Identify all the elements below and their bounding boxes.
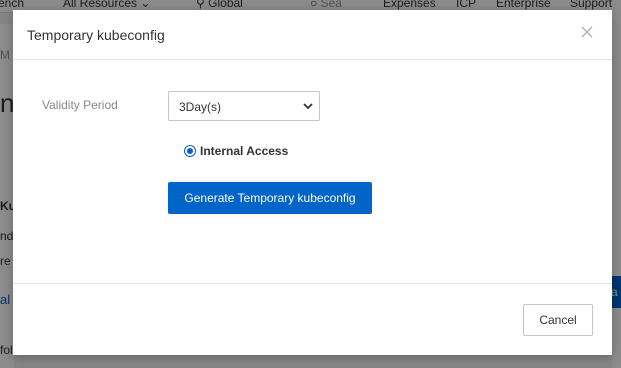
validity-period-select[interactable]: 3Day(s) xyxy=(168,91,320,121)
internal-access-radio[interactable] xyxy=(184,145,196,157)
temporary-kubeconfig-dialog: Temporary kubeconfig Validity Period 3Da… xyxy=(13,10,612,355)
dialog-title: Temporary kubeconfig xyxy=(27,27,165,43)
cancel-button[interactable]: Cancel xyxy=(523,304,593,336)
chevron-down-icon xyxy=(303,103,313,110)
close-icon xyxy=(581,26,593,38)
internal-access-label: Internal Access xyxy=(200,144,289,158)
close-button[interactable] xyxy=(579,24,595,40)
validity-period-value: 3Day(s) xyxy=(179,100,222,114)
generate-kubeconfig-button[interactable]: Generate Temporary kubeconfig xyxy=(168,182,372,214)
validity-period-label: Validity Period xyxy=(42,98,118,112)
dialog-header: Temporary kubeconfig xyxy=(13,10,612,60)
dialog-footer-divider xyxy=(13,283,612,284)
